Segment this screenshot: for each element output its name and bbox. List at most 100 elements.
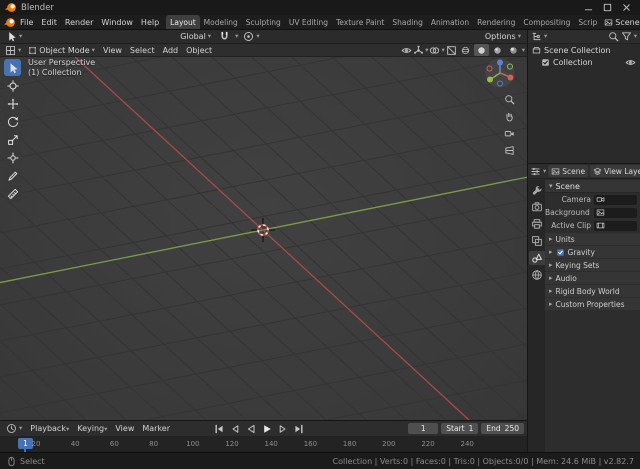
overlays-dropdown[interactable]: ▾ [441, 47, 444, 54]
xray-toggle[interactable] [446, 45, 457, 56]
viewport-menu-object[interactable]: Object [182, 46, 216, 55]
gizmo-axis-y[interactable] [487, 77, 493, 83]
background-scene-field[interactable] [594, 208, 637, 218]
snap-dropdown[interactable]: ▾ [235, 33, 238, 40]
workspace-tab-animation[interactable]: Animation [427, 15, 473, 30]
shading-wireframe-button[interactable] [458, 44, 473, 56]
timeline-editor-type-button[interactable]: ▾ [3, 423, 25, 435]
snap-toggle[interactable] [216, 31, 233, 43]
workspace-tab-layout[interactable]: Layout [166, 15, 200, 30]
search-icon[interactable] [608, 31, 619, 42]
current-frame-field[interactable]: 1 [408, 423, 438, 434]
properties-tab-render[interactable] [529, 200, 545, 214]
menu-help[interactable]: Help [137, 18, 163, 27]
transform-orientation-dropdown[interactable]: Global ▾ [177, 31, 214, 43]
timeline-menu-playback[interactable]: Playback▾ [26, 424, 73, 433]
mode-dropdown[interactable]: Object Mode ▾ [25, 44, 98, 56]
panel-custom-properties[interactable]: ▸Custom Properties [545, 298, 640, 310]
properties-editor-icon[interactable] [530, 166, 541, 177]
viewport-menu-select[interactable]: Select [126, 46, 159, 55]
workspace-tab-uv-editing[interactable]: UV Editing [285, 15, 332, 30]
properties-tab-world[interactable] [529, 268, 545, 282]
tool-select-box-button[interactable] [4, 59, 21, 76]
gravity-checkbox[interactable] [556, 248, 565, 257]
timeline-ruler[interactable]: 1 20406080100120140160180200220240 [0, 437, 527, 452]
workspace-tab-modeling[interactable]: Modeling [200, 15, 242, 30]
workspace-tab-texture-paint[interactable]: Texture Paint [332, 15, 388, 30]
workspace-tab-rendering[interactable]: Rendering [473, 15, 519, 30]
visibility-toggle[interactable] [401, 45, 412, 56]
workspace-tab-shading[interactable]: Shading [388, 15, 426, 30]
menu-edit[interactable]: Edit [37, 18, 61, 27]
panel-gravity[interactable]: ▸Gravity [545, 246, 640, 258]
filter-dropdown[interactable]: ▾ [634, 33, 637, 40]
outliner-collection-row[interactable]: Collection [528, 56, 640, 68]
viewport-3d[interactable]: User Perspective (1) Collection [0, 57, 527, 420]
overlays-toggle[interactable] [429, 45, 440, 56]
properties-tab-scene[interactable] [529, 251, 545, 265]
blender-menu-icon[interactable] [3, 16, 16, 29]
timeline-menu-marker[interactable]: Marker [138, 424, 174, 433]
pan-hand-icon[interactable] [504, 111, 515, 122]
menu-render[interactable]: Render [61, 18, 97, 27]
outliner-scene-collection-row[interactable]: Scene Collection [528, 44, 640, 56]
tool-rotate-button[interactable] [4, 113, 21, 130]
breadcrumb-view-layer[interactable]: View Layer [590, 165, 640, 177]
playback-jump-start-button[interactable] [211, 422, 226, 435]
editor-type-button[interactable]: ▾ [2, 44, 24, 56]
scene-selector[interactable]: Scene [601, 18, 640, 27]
playback-jump-end-button[interactable] [291, 422, 306, 435]
viewport-menu-add[interactable]: Add [159, 46, 183, 55]
shading-material-button[interactable] [490, 44, 505, 56]
proportional-editing-toggle[interactable]: ▾ [240, 31, 262, 43]
gizmos-toggle[interactable] [413, 45, 424, 56]
filter-icon[interactable] [621, 31, 632, 42]
tool-measure-button[interactable] [4, 185, 21, 202]
tool-move-button[interactable] [4, 95, 21, 112]
zoom-icon[interactable] [504, 94, 515, 105]
workspace-tab-sculpting[interactable]: Sculpting [242, 15, 285, 30]
timeline-menu-view[interactable]: View [111, 424, 138, 433]
gizmo-axis-z-neg[interactable] [498, 81, 503, 86]
gizmo-axis-x-neg[interactable] [487, 66, 492, 71]
collection-checkbox[interactable] [541, 58, 550, 67]
playback-play-rev-button[interactable] [243, 422, 258, 435]
menu-window[interactable]: Window [97, 18, 137, 27]
tool-cursor-button[interactable] [4, 77, 21, 94]
breadcrumb-scene[interactable]: Scene [548, 165, 588, 177]
panel-keying-sets[interactable]: ▸Keying Sets [545, 259, 640, 271]
gizmo-axis-x[interactable] [508, 75, 514, 81]
gizmo-axis-y-neg[interactable] [508, 64, 513, 69]
tool-annotate-button[interactable] [4, 167, 21, 184]
properties-tab-output[interactable] [529, 217, 545, 231]
maximize-button[interactable] [598, 0, 617, 15]
scene-section-header[interactable]: ▾ Scene [545, 180, 640, 193]
panel-units[interactable]: ▸Units [545, 233, 640, 245]
menu-file[interactable]: File [16, 18, 37, 27]
eye-icon[interactable] [625, 57, 636, 68]
shading-solid-button[interactable] [474, 44, 489, 56]
minimize-button[interactable] [579, 0, 598, 15]
shading-dropdown[interactable]: ▾ [522, 47, 525, 54]
properties-tab-tool[interactable] [529, 183, 545, 197]
viewport-menu-view[interactable]: View [99, 46, 126, 55]
playback-prev-key-button[interactable] [227, 422, 242, 435]
gizmos-dropdown[interactable]: ▾ [425, 47, 428, 54]
camera-view-icon[interactable] [504, 128, 515, 139]
outliner-editor-icon[interactable] [531, 31, 542, 42]
options-dropdown[interactable]: Options ▾ [482, 31, 524, 43]
close-button[interactable] [617, 0, 636, 15]
start-frame-field[interactable]: Start 1 [441, 423, 478, 434]
panel-rigid-body-world[interactable]: ▸Rigid Body World [545, 285, 640, 297]
properties-tab-view-layer[interactable] [529, 234, 545, 248]
panel-audio[interactable]: ▸Audio [545, 272, 640, 284]
camera-field[interactable] [594, 195, 637, 205]
active-clip-field[interactable] [594, 221, 637, 231]
active-tool-button[interactable]: ▾ [3, 31, 25, 43]
gizmo-axis-z[interactable] [497, 60, 503, 66]
shading-rendered-button[interactable] [506, 44, 521, 56]
tool-transform-button[interactable] [4, 149, 21, 166]
playback-play-button[interactable] [259, 422, 274, 435]
workspace-tab-scrip[interactable]: Scrip [574, 15, 601, 30]
navigation-gizmo[interactable] [483, 58, 517, 90]
